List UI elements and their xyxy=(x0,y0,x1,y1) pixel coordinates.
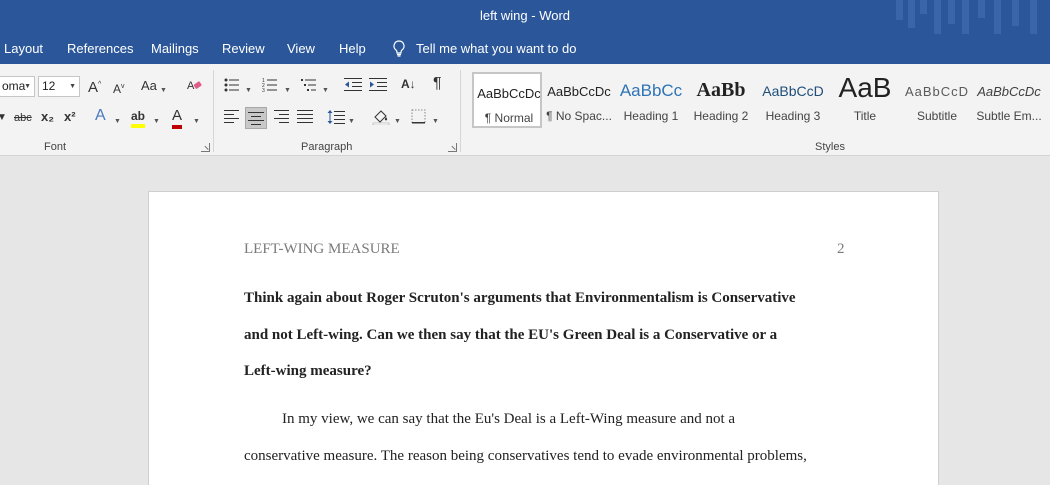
bullets-icon[interactable] xyxy=(224,77,240,97)
tab-help[interactable]: Help xyxy=(339,41,366,56)
tab-review[interactable]: Review xyxy=(222,41,265,56)
clear-formatting-icon[interactable]: A xyxy=(186,77,202,97)
style-subtle-emphasis[interactable]: AaBbCcDc Subtle Em... xyxy=(974,72,1044,128)
style-preview: AaBbCcD xyxy=(762,83,824,99)
style-name: Heading 2 xyxy=(693,109,749,123)
style-subtitle[interactable]: AaBbCcD Subtitle xyxy=(902,72,972,128)
style-normal[interactable]: AaBbCcDc ¶ Normal xyxy=(472,72,542,128)
style-heading-1[interactable]: AaBbCc Heading 1 xyxy=(616,72,686,128)
style-preview: AaB xyxy=(838,72,892,98)
paragraph-group-label: Paragraph xyxy=(301,141,353,153)
style-preview: AaBbCcDc xyxy=(547,84,611,99)
body-line: In my view, we can say that the Eu's Dea… xyxy=(282,411,736,427)
style-preview: AaBbCcDc xyxy=(477,86,541,101)
center-icon[interactable] xyxy=(248,111,264,129)
strikethrough-icon[interactable]: abc xyxy=(14,110,32,126)
tab-view[interactable]: View xyxy=(287,41,315,56)
style-preview: AaBbCcDc xyxy=(977,84,1041,99)
chevron-down-icon[interactable]: ▼ xyxy=(348,114,355,130)
running-header: LEFT-WING MEASURE xyxy=(244,241,400,257)
font-name-value: oma xyxy=(2,79,26,93)
text-effects-icon[interactable]: A xyxy=(95,108,106,124)
style-name: Heading 1 xyxy=(623,109,679,123)
font-name-combo[interactable]: oma ▼ xyxy=(0,76,35,97)
title-bar: left wing - Word xyxy=(0,0,1050,34)
align-right-icon[interactable] xyxy=(273,109,289,127)
style-name: Heading 3 xyxy=(765,109,821,123)
style-preview: AaBbCcD xyxy=(904,84,970,99)
style-name: Subtle Em... xyxy=(976,109,1042,123)
style-preview: AaBb xyxy=(696,79,746,101)
change-case-icon[interactable]: Aa xyxy=(141,78,157,94)
page-number: 2 xyxy=(837,241,845,257)
align-left-icon[interactable] xyxy=(224,109,240,127)
tab-layout[interactable]: Layout xyxy=(4,41,43,56)
chevron-down-icon[interactable]: ▼ xyxy=(160,83,167,99)
svg-text:3: 3 xyxy=(262,88,265,93)
tell-me-text: Tell me what you want to do xyxy=(416,40,577,56)
subscript-icon[interactable]: x₂ xyxy=(41,109,54,125)
chevron-down-icon[interactable]: ▼ xyxy=(432,114,439,130)
borders-icon[interactable] xyxy=(411,109,426,128)
font-dialog-launcher[interactable] xyxy=(201,143,210,152)
style-no-spacing[interactable]: AaBbCcDc ¶ No Spac... xyxy=(544,72,614,128)
font-size-value: 12 xyxy=(42,79,56,93)
style-name: Title xyxy=(853,109,877,123)
styles-group-label: Styles xyxy=(815,141,845,153)
chevron-down-icon[interactable]: ▼ xyxy=(114,114,121,130)
font-color-icon[interactable]: A xyxy=(172,108,183,129)
grow-font-icon[interactable]: A^ xyxy=(88,77,101,96)
increase-indent-icon[interactable] xyxy=(369,77,387,97)
style-heading-2[interactable]: AaBb Heading 2 xyxy=(686,72,756,128)
question-line: and not Left-wing. Can we then say that … xyxy=(244,327,778,343)
paragraph-dialog-launcher[interactable] xyxy=(448,143,457,152)
font-group-label: Font xyxy=(44,141,67,153)
style-name: ¶ No Spac... xyxy=(546,109,612,123)
body-line: conservative measure. The reason being c… xyxy=(244,448,807,464)
chevron-down-icon[interactable]: ▼ xyxy=(24,83,31,90)
group-divider xyxy=(213,70,214,152)
style-name: ¶ Normal xyxy=(484,111,534,125)
group-divider xyxy=(460,70,461,152)
styles-gallery: AaBbCcDc ¶ Normal AaBbCcDc ¶ No Spac... … xyxy=(470,72,1048,128)
sort-icon[interactable]: A↓ xyxy=(401,76,416,92)
line-spacing-icon[interactable] xyxy=(327,109,345,129)
tab-references[interactable]: References xyxy=(67,41,133,56)
chevron-down-icon[interactable]: ▼ xyxy=(322,83,329,99)
tell-me-box[interactable]: Tell me what you want to do xyxy=(392,40,577,57)
font-size-combo[interactable]: 12 ▼ xyxy=(38,76,80,97)
multilevel-list-icon[interactable] xyxy=(301,77,317,97)
chevron-down-icon[interactable]: ▼ xyxy=(245,83,252,99)
decrease-indent-icon[interactable] xyxy=(344,77,362,97)
superscript-icon[interactable]: x² xyxy=(64,109,76,125)
show-marks-icon[interactable]: ¶ xyxy=(433,76,442,92)
chevron-down-icon[interactable]: ▼ xyxy=(193,114,200,130)
style-name: Subtitle xyxy=(916,109,958,123)
tab-mailings[interactable]: Mailings xyxy=(151,41,199,56)
svg-text:A: A xyxy=(187,80,195,92)
style-preview: AaBbCc xyxy=(619,81,683,100)
justify-icon[interactable] xyxy=(297,109,313,127)
style-heading-3[interactable]: AaBbCcD Heading 3 xyxy=(758,72,828,128)
numbering-icon[interactable]: 123 xyxy=(262,77,278,97)
shading-icon[interactable] xyxy=(372,108,390,129)
shrink-font-icon[interactable]: Av xyxy=(113,79,125,97)
highlight-icon[interactable]: ab xyxy=(131,108,146,128)
style-title[interactable]: AaB Title xyxy=(830,72,900,128)
chevron-down-icon[interactable]: ▼ xyxy=(284,83,291,99)
document-page[interactable]: LEFT-WING MEASURE 2 Think again about Ro… xyxy=(148,191,939,485)
chevron-down-icon[interactable]: ▼ xyxy=(0,110,7,126)
chevron-down-icon[interactable]: ▼ xyxy=(69,83,76,90)
chevron-down-icon[interactable]: ▼ xyxy=(394,114,401,130)
lightbulb-icon xyxy=(392,40,406,57)
chevron-down-icon[interactable]: ▼ xyxy=(153,114,160,130)
question-line: Think again about Roger Scruton's argume… xyxy=(244,290,796,306)
ribbon-tabs: Layout References Mailings Review View H… xyxy=(0,34,1050,64)
question-line: Left-wing measure? xyxy=(244,363,372,379)
title-bar-pattern xyxy=(890,0,1050,34)
